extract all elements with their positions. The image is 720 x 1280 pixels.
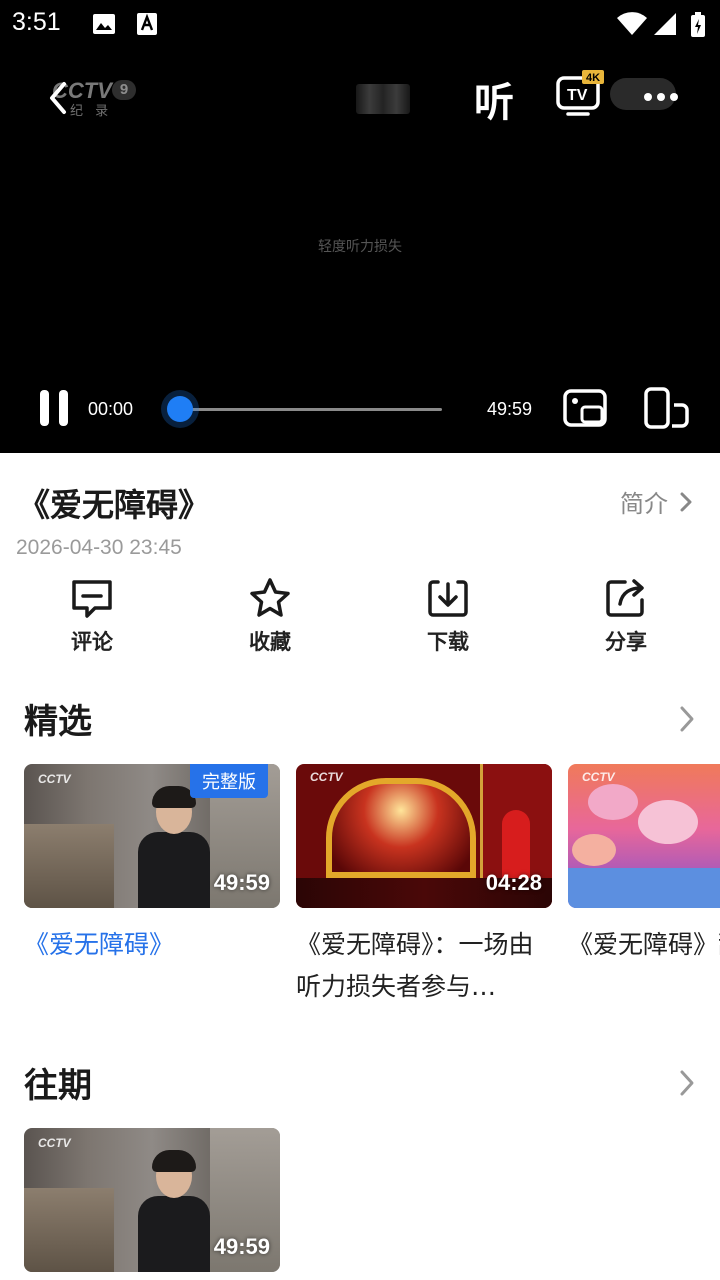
chevron-right-icon[interactable] [676, 1068, 698, 1098]
video-title: 《爱无障碍》 [24, 930, 175, 959]
rotate-screen-icon[interactable] [642, 387, 690, 429]
seek-bar-handle[interactable] [167, 396, 194, 422]
svg-text:4K: 4K [586, 72, 600, 84]
video-thumbnail: CCTV 49:59 [24, 1128, 280, 1272]
featured-video-card[interactable]: CCTV 完整版 49:59 《爱无障碍》 [24, 764, 280, 966]
featured-section-title: 精选 [24, 702, 92, 742]
past-video-card[interactable]: CCTV 49:59 [24, 1128, 280, 1272]
intro-link[interactable]: 简介 [620, 484, 668, 519]
video-thumbnail: CCTV [568, 764, 720, 908]
video-title: 《爱无障碍》甜——一位来 [568, 930, 720, 959]
person-figure [134, 1148, 214, 1272]
tv-cast-button[interactable]: 4K TV [556, 70, 606, 118]
font-notification-icon [137, 13, 157, 35]
dot-icon [657, 93, 665, 101]
current-time: 00:00 [88, 399, 134, 419]
tv-icon: 4K TV [556, 70, 604, 116]
person-figure [134, 784, 214, 908]
channel-logo: CCTV [38, 772, 71, 786]
status-bar: 3:51 [0, 0, 720, 48]
download-icon [428, 580, 468, 617]
chevron-right-icon[interactable] [676, 704, 698, 734]
pause-button[interactable] [40, 390, 72, 428]
channel-logo: CCTV [582, 770, 615, 784]
battery-charging-icon [691, 12, 705, 37]
featured-video-card[interactable]: CCTV 04:28 《爱无障碍》：一场由听力损失者参与… [296, 764, 552, 1008]
chevron-right-icon[interactable] [676, 490, 696, 514]
video-player[interactable]: CCTV 9 纪 录 听 4K TV 轻度听力损失 00:00 49:59 [0, 48, 720, 453]
pause-icon [40, 390, 49, 426]
video-duration: 04:28 [485, 870, 542, 895]
blurred-overlay [356, 84, 410, 114]
total-time: 49:59 [487, 399, 533, 419]
video-duration: 49:59 [213, 1234, 270, 1259]
seek-bar[interactable] [167, 396, 442, 422]
more-options-button[interactable] [644, 86, 688, 102]
full-version-badge: 完整版 [190, 764, 268, 798]
program-title: 《爱无障碍》 [18, 486, 211, 524]
download-button[interactable]: 下载 [398, 576, 498, 666]
star-icon [250, 578, 290, 617]
video-duration: 49:59 [213, 870, 270, 895]
comment-button[interactable]: 评论 [42, 576, 142, 666]
past-section-title: 往期 [24, 1066, 92, 1106]
share-button[interactable]: 分享 [576, 576, 676, 666]
favorite-button[interactable]: 收藏 [220, 576, 320, 666]
status-time: 3:51 [12, 8, 61, 36]
video-caption: 轻度听力损失 [318, 239, 402, 255]
comment-icon [72, 580, 112, 618]
listen-mode-button[interactable]: 听 [474, 70, 514, 128]
dot-icon [670, 93, 678, 101]
video-title: 《爱无障碍》：一场由听力损失者参与… [296, 930, 534, 1001]
dot-icon [644, 93, 652, 101]
svg-text:TV: TV [567, 87, 588, 104]
image-notification-icon [93, 14, 115, 34]
channel-logo: CCTV [310, 770, 343, 784]
video-thumbnail: CCTV 完整版 49:59 [24, 764, 280, 908]
channel-logo: CCTV [38, 1136, 71, 1150]
featured-video-card[interactable]: CCTV 《爱无障碍》甜——一位来 [568, 764, 720, 966]
video-thumbnail: CCTV 04:28 [296, 764, 552, 908]
share-icon [606, 579, 644, 617]
picture-in-picture-icon[interactable] [562, 387, 608, 429]
cellular-signal-icon [654, 13, 676, 35]
air-date: 2026-04-30 23:45 [16, 536, 182, 559]
wifi-icon [617, 12, 647, 36]
player-controls: 00:00 49:59 [0, 378, 720, 438]
back-icon[interactable] [44, 78, 74, 118]
action-bar: 评论 收藏 下载 分享 [0, 576, 720, 666]
